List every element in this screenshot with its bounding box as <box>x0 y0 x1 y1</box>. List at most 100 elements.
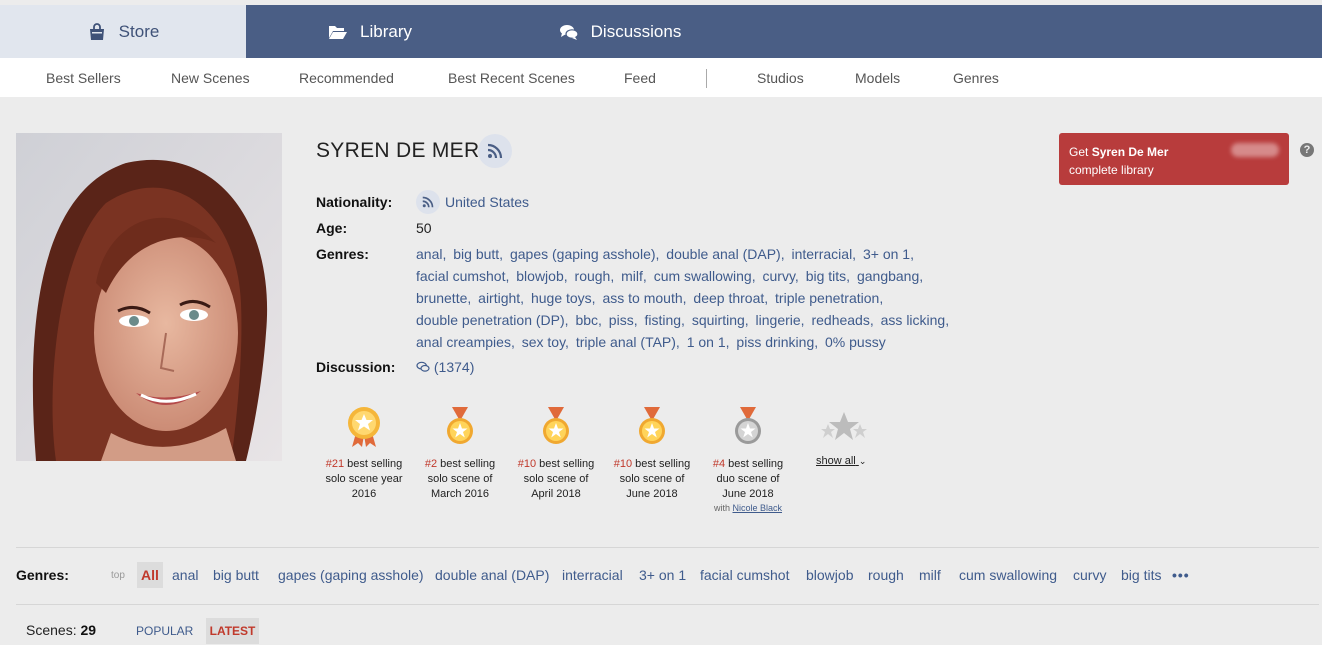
tab-label: Store <box>118 21 160 41</box>
genre-link[interactable]: cum swallowing, <box>654 268 756 284</box>
genre-filter-item[interactable]: anal <box>172 567 198 583</box>
nationality-rss-button[interactable] <box>416 190 440 214</box>
subnav-best-recent-scenes[interactable]: Best Recent Scenes <box>448 58 575 97</box>
genre-link[interactable]: piss, <box>609 312 638 328</box>
genre-link[interactable]: fisting, <box>644 312 684 328</box>
award-badge[interactable]: #10 best selling solo scene of April 2018 <box>508 405 604 502</box>
genre-link[interactable]: triple anal (TAP), <box>576 334 680 350</box>
genre-link[interactable]: 1 on 1, <box>687 334 730 350</box>
award-badge[interactable]: #4 best selling duo scene of June 2018 with… <box>700 405 796 515</box>
genre-link[interactable]: big butt, <box>453 246 503 262</box>
genre-link[interactable]: triple penetration, <box>775 290 883 306</box>
genre-filter-item[interactable]: curvy <box>1073 567 1106 583</box>
subnav-models[interactable]: Models <box>855 58 900 97</box>
genre-filter-item[interactable]: big tits <box>1121 567 1161 583</box>
genre-filter-item[interactable]: 3+ on 1 <box>639 567 686 583</box>
show-all-link[interactable]: show all ⌄ <box>816 455 866 467</box>
genre-link[interactable]: blowjob, <box>516 268 567 284</box>
genre-link[interactable]: lingerie, <box>756 312 805 328</box>
genre-link[interactable]: double penetration (DP), <box>416 312 569 328</box>
genre-filter-item[interactable]: big butt <box>213 567 259 583</box>
divider <box>16 547 1319 548</box>
tab-store[interactable]: Store <box>0 5 246 58</box>
genre-link[interactable]: airtight, <box>478 290 524 306</box>
genre-link[interactable]: bbc, <box>575 312 601 328</box>
genre-filter-top[interactable]: top <box>111 570 125 581</box>
genres-label: Genres: <box>316 246 369 262</box>
award-with-link[interactable]: Nicole Black <box>732 503 782 513</box>
buy-complete-library-button[interactable]: Get Syren De Mer complete library <box>1059 133 1289 185</box>
award-badge[interactable]: #2 best selling solo scene of March 2016 <box>412 405 508 502</box>
genre-link[interactable]: redheads, <box>811 312 873 328</box>
genre-filter-item[interactable]: blowjob <box>806 567 853 583</box>
genre-filter-item[interactable]: double anal (DAP) <box>435 567 549 583</box>
subnav-studios[interactable]: Studios <box>757 58 804 97</box>
nationality-link[interactable]: United States <box>445 194 529 210</box>
scenes-count: Scenes: 29 <box>26 622 96 638</box>
tab-library[interactable]: Library <box>300 5 440 58</box>
top-nav: Store Library Discussions <box>0 5 1322 58</box>
genre-filter-item[interactable]: interracial <box>562 567 623 583</box>
genre-filter-item[interactable]: cum swallowing <box>959 567 1057 583</box>
comments-icon <box>559 23 579 41</box>
genre-link[interactable]: ass licking, <box>881 312 949 328</box>
genre-link[interactable]: huge toys, <box>531 290 596 306</box>
genre-link[interactable]: ass to mouth, <box>602 290 686 306</box>
genre-link[interactable]: 0% pussy <box>825 334 886 350</box>
genre-filter-item[interactable]: rough <box>868 567 904 583</box>
subnav-recommended[interactable]: Recommended <box>299 58 394 97</box>
model-name: SYREN DE MER <box>316 139 480 162</box>
genre-filter-item[interactable]: milf <box>919 567 941 583</box>
genre-link[interactable]: big tits, <box>806 268 850 284</box>
tab-discussions[interactable]: Discussions <box>540 5 700 58</box>
genre-filter-all[interactable]: All <box>137 562 163 588</box>
award-text: best selling <box>725 458 784 470</box>
genre-link[interactable]: rough, <box>575 268 615 284</box>
award-line2: solo scene year <box>325 473 403 485</box>
award-badge[interactable]: #10 best selling solo scene of June 2018 <box>604 405 700 502</box>
genre-link[interactable]: facial cumshot, <box>416 268 509 284</box>
sort-latest-button[interactable]: LATEST <box>206 618 259 644</box>
shopping-bag-icon <box>87 22 107 41</box>
discussion-label: Discussion: <box>316 359 396 375</box>
rss-icon <box>422 196 434 208</box>
genre-link[interactable]: piss drinking, <box>736 334 818 350</box>
award-with: with Nicole Black <box>700 502 796 515</box>
award-text: best selling <box>344 458 403 470</box>
genre-link[interactable]: sex toy, <box>522 334 569 350</box>
help-icon[interactable]: ? <box>1300 143 1314 157</box>
genre-link[interactable]: curvy, <box>763 268 799 284</box>
cta-line2: complete library <box>1069 163 1154 177</box>
subnav-best-sellers[interactable]: Best Sellers <box>46 58 121 97</box>
subnav-genres[interactable]: Genres <box>953 58 999 97</box>
genre-link[interactable]: squirting, <box>692 312 749 328</box>
genre-line: anal, big butt, gapes (gaping asshole), … <box>416 246 917 262</box>
genre-link[interactable]: anal creampies, <box>416 334 515 350</box>
sort-popular-button[interactable]: POPULAR <box>136 624 193 638</box>
genre-link[interactable]: gangbang, <box>857 268 923 284</box>
genre-filter-item[interactable]: gapes (gaping asshole) <box>278 567 424 583</box>
rss-subscribe-button[interactable] <box>478 134 512 168</box>
award-text: best selling <box>536 458 595 470</box>
genre-line: double penetration (DP), bbc, piss, fist… <box>416 312 952 328</box>
award-line3: April 2018 <box>531 488 581 500</box>
genre-link[interactable]: brunette, <box>416 290 471 306</box>
award-badge[interactable]: #21 best selling solo scene year 2016 <box>316 405 412 502</box>
subnav-feed[interactable]: Feed <box>624 58 656 97</box>
genre-link[interactable]: gapes (gaping asshole), <box>510 246 659 262</box>
genre-link[interactable]: deep throat, <box>693 290 768 306</box>
comments-icon <box>416 361 430 372</box>
discussion-link[interactable]: (1374) <box>416 359 474 375</box>
genre-link[interactable]: interracial, <box>791 246 856 262</box>
genre-filter-item[interactable]: facial cumshot <box>700 567 789 583</box>
subnav-new-scenes[interactable]: New Scenes <box>171 58 250 97</box>
genre-link[interactable]: double anal (DAP), <box>666 246 784 262</box>
tab-label: Library <box>360 21 412 41</box>
genre-link[interactable]: milf, <box>621 268 647 284</box>
award-line1: #21 best selling <box>316 457 412 472</box>
age-label: Age: <box>316 220 348 236</box>
genre-link[interactable]: anal, <box>416 246 446 262</box>
award-rank: #21 <box>325 458 345 470</box>
more-genres-button[interactable]: ••• <box>1172 567 1190 583</box>
genre-link[interactable]: 3+ on 1, <box>863 246 914 262</box>
